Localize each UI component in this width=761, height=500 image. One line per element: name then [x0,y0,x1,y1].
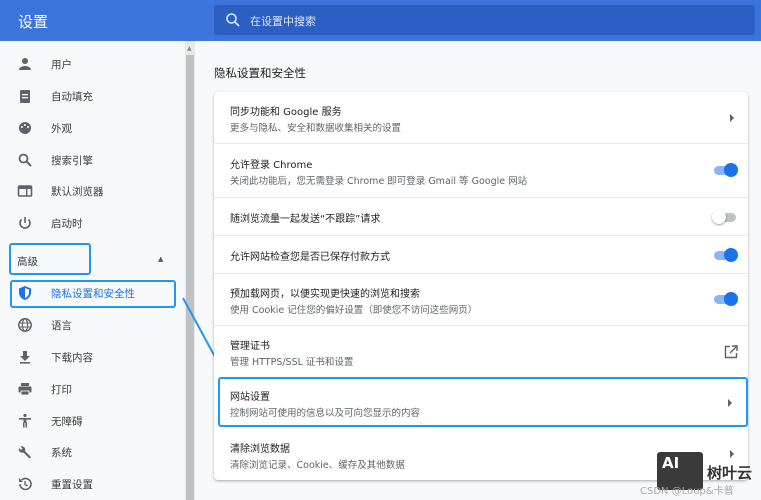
row-title: 网站设置 [230,392,270,403]
toggle-switch[interactable] [712,210,738,224]
chevron-right-icon [730,114,734,122]
row-title: 随浏览流量一起发送“不跟踪”请求 [230,214,381,225]
row-manage-certificates[interactable]: 管理证书 管理 HTTPS/SSL 证书和设置 [214,325,748,376]
chevron-right-icon [730,450,734,458]
row-sync-google-services[interactable]: 同步功能和 Google 服务 更多与隐私、安全和数据收集相关的设置 [214,92,748,143]
row-subtitle: 控制网站可使用的信息以及可向您显示的内容 [230,408,421,419]
row-payment-methods: 允许网站检查您是否已保存付款方式 [214,235,748,273]
watermark-name: 树叶云 [707,464,753,482]
row-site-settings[interactable]: 网站设置 控制网站可使用的信息以及可向您显示的内容 [218,377,748,427]
row-title: 管理证书 [230,341,270,352]
watermark-credit: CSDN @Loup&卡普 [640,486,734,497]
toggle-switch[interactable] [712,248,738,262]
row-title: 允许网站检查您是否已保存付款方式 [230,252,390,263]
row-title: 允许登录 Chrome [230,160,313,171]
row-subtitle: 使用 Cookie 记住您的偏好设置（即使您不访问这些网页） [230,305,478,316]
row-preload-pages: 预加载网页，以便实现更快速的浏览和搜索 使用 Cookie 记住您的偏好设置（即… [214,273,748,325]
row-subtitle: 管理 HTTPS/SSL 证书和设置 [230,357,354,368]
row-title: 同步功能和 Google 服务 [230,107,342,118]
row-title: 预加载网页，以便实现更快速的浏览和搜索 [230,289,420,300]
toggle-switch[interactable] [712,163,738,177]
section-title: 隐私设置和安全性 [214,66,306,80]
row-subtitle: 关闭此功能后，您无需登录 Chrome 即可登录 Gmail 等 Google … [230,176,528,187]
row-title: 清除浏览数据 [230,444,290,455]
chevron-right-icon [728,399,732,407]
external-link-icon[interactable] [724,345,738,359]
row-allow-chrome-signin: 允许登录 Chrome 关闭此功能后，您无需登录 Chrome 即可登录 Gma… [214,143,748,197]
row-subtitle: 更多与隐私、安全和数据收集相关的设置 [230,123,402,134]
privacy-settings-card: 同步功能和 Google 服务 更多与隐私、安全和数据收集相关的设置 允许登录 … [214,92,748,480]
row-do-not-track: 随浏览流量一起发送“不跟踪”请求 [214,197,748,235]
row-subtitle: 清除浏览记录、Cookie、缓存及其他数据 [230,460,405,471]
toggle-switch[interactable] [712,292,738,306]
